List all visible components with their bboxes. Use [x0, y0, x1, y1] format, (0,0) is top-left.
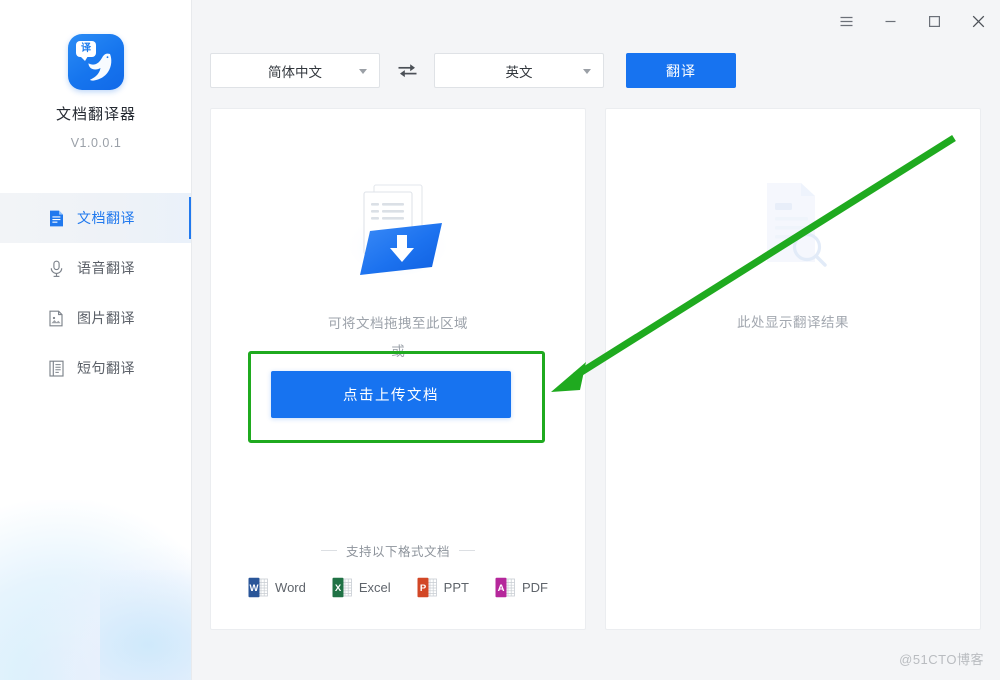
minimize-icon[interactable] [868, 0, 912, 42]
supported-formats-list: W Word X Excel P PPT A PDF [211, 577, 585, 598]
target-language-select[interactable]: 英文 [434, 53, 604, 88]
swap-arrows-icon [398, 64, 416, 78]
format-label: Excel [358, 580, 391, 595]
sidebar-menu: 文档翻译 语音翻译 图片翻译 短句翻译 [0, 193, 191, 393]
document-download-icon [348, 184, 448, 275]
maximize-icon[interactable] [912, 0, 956, 42]
word-icon: W [248, 577, 268, 598]
translate-badge: 译 [76, 41, 96, 61]
image-icon [46, 308, 66, 328]
app-version: V1.0.0.1 [70, 136, 122, 150]
pdf-icon: A [495, 577, 515, 598]
app-brand: 译 文档翻译器 V1.0.0.1 [0, 34, 191, 150]
app-logo: 译 [68, 34, 124, 90]
svg-text:P: P [419, 583, 426, 594]
format-label: PPT [443, 580, 469, 595]
supported-formats-title: 支持以下格式文档 [345, 545, 450, 559]
main-area: 简体中文 英文 翻译 可将文档拖拽至此区域 或 点击上传文档 支持以下格式文档 … [192, 0, 1000, 680]
sidebar-item-label: 语音翻译 [77, 260, 135, 276]
drag-hint-text: 可将文档拖拽至此区域 [328, 316, 468, 331]
document-translate-icon [46, 208, 66, 228]
supported-formats-header: 支持以下格式文档 [211, 541, 585, 560]
document-search-icon [767, 183, 827, 267]
sidebar-item-voice-translate[interactable]: 语音翻译 [0, 243, 191, 293]
svg-text:A: A [498, 583, 505, 594]
sidebar-decoration-glow [0, 500, 191, 680]
ppt-icon: P [417, 577, 437, 598]
source-language-value: 简体中文 [268, 64, 322, 80]
app-window: 译 文档翻译器 V1.0.0.1 文档翻译 语音翻译 图片翻译 短句翻译 简体中… [0, 0, 1000, 680]
sidebar-decoration-glow-2 [0, 525, 191, 680]
upload-illustration [211, 179, 585, 279]
upload-document-button[interactable]: 点击上传文档 [271, 371, 511, 418]
upload-panel[interactable]: 可将文档拖拽至此区域 或 点击上传文档 支持以下格式文档 W Word X Ex… [210, 108, 586, 630]
chevron-down-icon [583, 68, 591, 74]
sidebar-item-label: 文档翻译 [77, 210, 135, 226]
close-icon[interactable] [956, 0, 1000, 42]
sidebar-item-document-translate[interactable]: 文档翻译 [0, 193, 191, 243]
result-panel: 此处显示翻译结果 [605, 108, 981, 630]
chevron-down-icon [359, 68, 367, 74]
format-label: PDF [521, 580, 548, 595]
excel-icon: X [332, 577, 352, 598]
translate-button[interactable]: 翻译 [626, 53, 736, 88]
format-label: Word [275, 580, 306, 595]
hamburger-menu-icon[interactable] [824, 0, 868, 42]
svg-text:X: X [335, 583, 342, 594]
watermark: @51CTO博客 [899, 652, 984, 667]
window-titlebar [824, 0, 1000, 42]
sidebar: 译 文档翻译器 V1.0.0.1 文档翻译 语音翻译 图片翻译 短句翻译 [0, 0, 192, 680]
sidebar-item-image-translate[interactable]: 图片翻译 [0, 293, 191, 343]
format-item-ppt: P PPT [417, 577, 469, 598]
translation-toolbar: 简体中文 英文 翻译 [210, 53, 736, 88]
result-illustration [606, 179, 980, 279]
or-text: 或 [391, 344, 405, 359]
microphone-icon [46, 258, 66, 278]
sidebar-item-sentence-translate[interactable]: 短句翻译 [0, 343, 191, 393]
source-language-select[interactable]: 简体中文 [210, 53, 380, 88]
text-lines-icon [46, 358, 66, 378]
sidebar-item-label: 图片翻译 [77, 310, 135, 326]
target-language-value: 英文 [505, 64, 533, 80]
result-placeholder-text: 此处显示翻译结果 [737, 315, 849, 330]
format-item-excel: X Excel [332, 577, 391, 598]
sidebar-item-label: 短句翻译 [77, 360, 135, 376]
format-item-word: W Word [248, 577, 306, 598]
swap-languages-button[interactable] [380, 53, 434, 88]
divider-right [459, 550, 475, 551]
sidebar-decoration-glow-3 [100, 570, 191, 680]
divider-left [320, 550, 337, 551]
format-item-pdf: A PDF [495, 577, 548, 598]
app-title: 文档翻译器 [55, 106, 136, 123]
svg-text:W: W [250, 583, 259, 594]
